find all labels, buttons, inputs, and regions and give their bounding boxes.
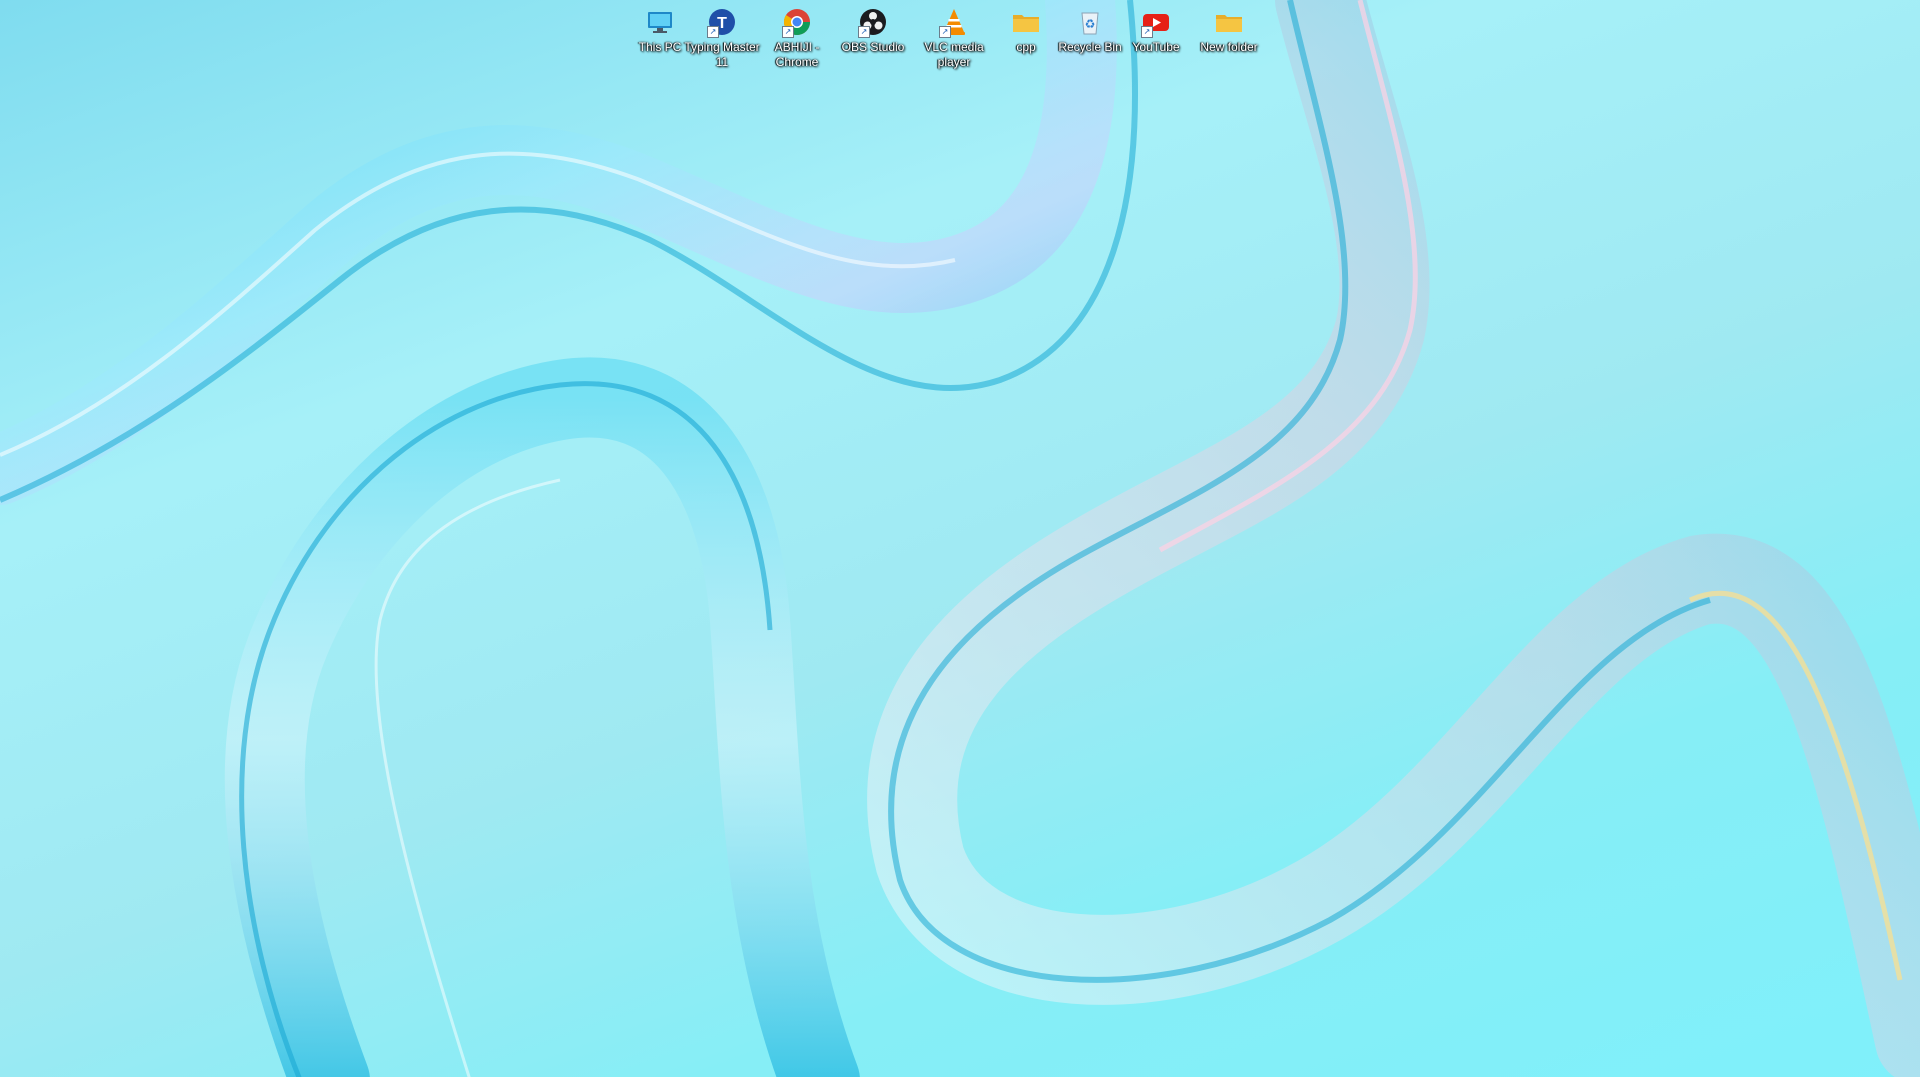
desktop-icon-typing-master[interactable]: T ↗ Typing Master 11	[684, 6, 760, 70]
desktop-icon-label: ABHIJI - Chrome	[774, 40, 820, 69]
desktop-icon-label: OBS Studio	[841, 40, 905, 54]
desktop-icons: This PC T ↗ Typing Master 11 ↗ ABHIJI - …	[0, 6, 1920, 86]
desktop-icon-chrome[interactable]: ↗ ABHIJI - Chrome	[759, 6, 835, 70]
folder-icon	[1213, 6, 1245, 38]
shortcut-arrow-icon: ↗	[782, 26, 794, 38]
folder-icon	[1010, 6, 1042, 38]
desktop-icon-youtube[interactable]: ↗ YouTube	[1118, 6, 1194, 55]
youtube-icon: ↗	[1140, 6, 1172, 38]
desktop-icon-recycle-bin[interactable]: ♻ Recycle Bin	[1052, 6, 1128, 55]
desktop-icon-label: Recycle Bin	[1058, 40, 1122, 54]
recycle-bin-icon: ♻	[1074, 6, 1106, 38]
chrome-icon: ↗	[781, 6, 813, 38]
typing-master-icon: T ↗	[706, 6, 738, 38]
desktop-icon-label: VLC media player	[924, 40, 984, 69]
desktop[interactable]: This PC T ↗ Typing Master 11 ↗ ABHIJI - …	[0, 0, 1920, 1080]
svg-text:♻: ♻	[1085, 17, 1096, 31]
shortcut-arrow-icon: ↗	[707, 26, 719, 38]
desktop-icon-new-folder[interactable]: New folder	[1191, 6, 1267, 55]
desktop-icon-label: Typing Master 11	[684, 40, 760, 69]
shortcut-arrow-icon: ↗	[858, 26, 870, 38]
computer-icon	[644, 6, 676, 38]
shortcut-arrow-icon: ↗	[939, 26, 951, 38]
wallpaper	[0, 0, 1920, 1080]
desktop-icon-label: YouTube	[1132, 40, 1180, 54]
desktop-icon-obs-studio[interactable]: ↗ OBS Studio	[835, 6, 911, 55]
obs-icon: ↗	[857, 6, 889, 38]
shortcut-arrow-icon: ↗	[1141, 26, 1153, 38]
desktop-icon-label: New folder	[1200, 40, 1258, 54]
vlc-icon: ↗	[938, 6, 970, 38]
desktop-icon-vlc[interactable]: ↗ VLC media player	[916, 6, 992, 70]
